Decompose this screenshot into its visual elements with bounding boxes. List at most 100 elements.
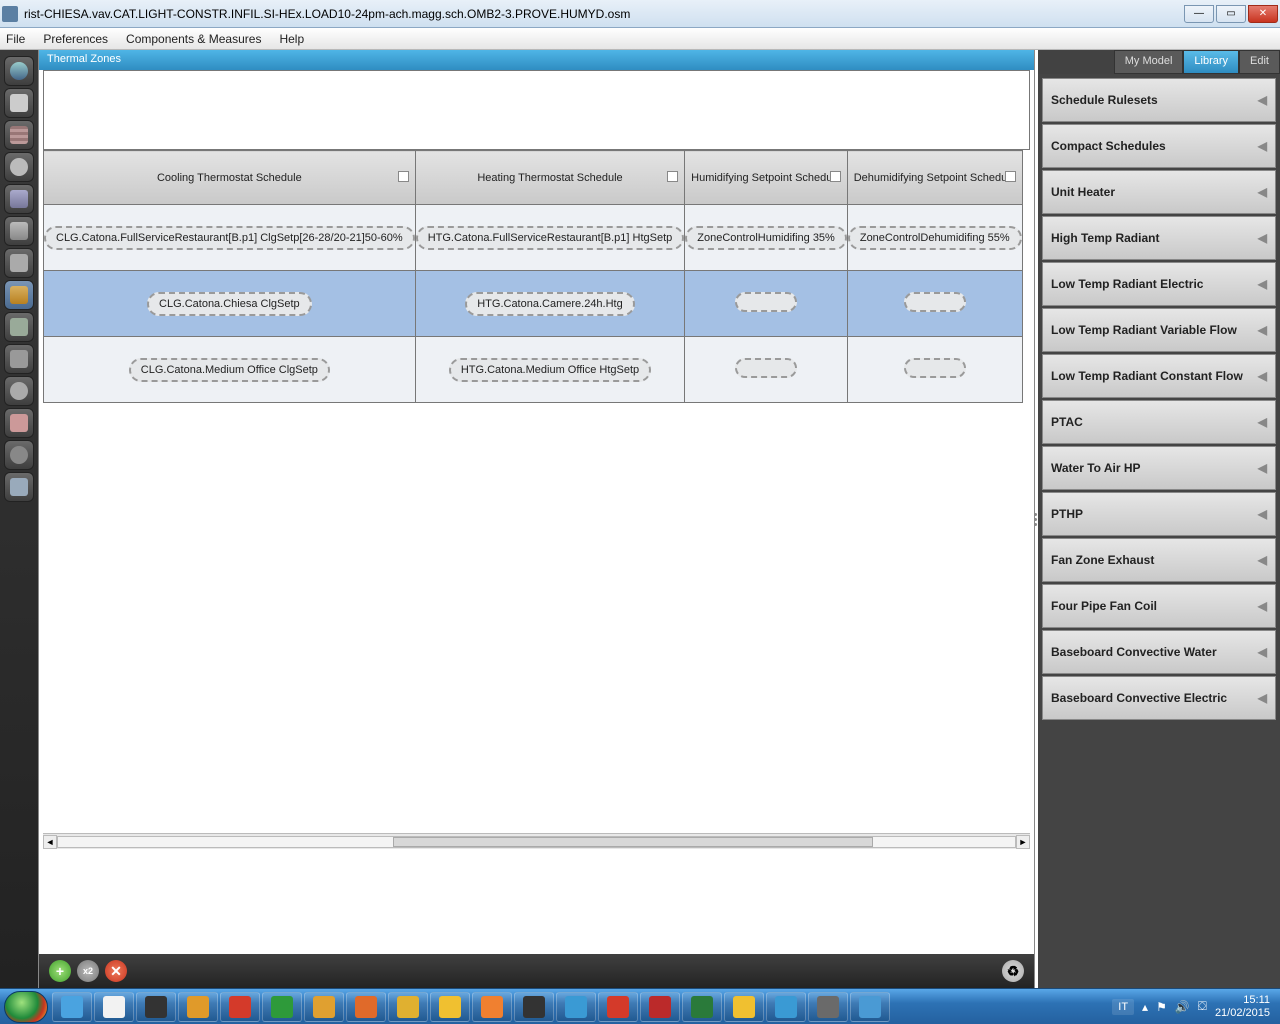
tool-run[interactable] xyxy=(4,408,34,438)
library-item[interactable]: Fan Zone Exhaust◀ xyxy=(1042,538,1276,582)
schedule-pill[interactable]: HTG.Catona.FullServiceRestaurant[B.p1] H… xyxy=(416,226,685,250)
schedule-pill[interactable]: ZoneControlDehumidifing 55% xyxy=(848,226,1022,250)
library-item[interactable]: High Temp Radiant◀ xyxy=(1042,216,1276,260)
table-row[interactable]: CLG.Catona.Medium Office ClgSetp HTG.Cato… xyxy=(44,337,1023,403)
horizontal-scrollbar[interactable]: ◄ ► xyxy=(43,833,1030,849)
tool-scripts[interactable] xyxy=(4,376,34,406)
tool-geometry[interactable] xyxy=(4,216,34,246)
library-item[interactable]: Low Temp Radiant Electric◀ xyxy=(1042,262,1276,306)
taskbar-app[interactable] xyxy=(556,992,596,1022)
col-dehumid-check[interactable] xyxy=(1005,171,1016,182)
grid-cell[interactable]: ZoneControlHumidifing 35% xyxy=(685,205,848,271)
add-button[interactable]: + xyxy=(49,960,71,982)
menu-file[interactable]: File xyxy=(6,32,25,46)
taskbar-app[interactable] xyxy=(682,992,722,1022)
tool-results-1[interactable] xyxy=(4,440,34,470)
tab-edit[interactable]: Edit xyxy=(1239,50,1280,74)
grid-cell[interactable]: HTG.Catona.FullServiceRestaurant[B.p1] H… xyxy=(415,205,685,271)
start-button[interactable] xyxy=(4,991,48,1023)
taskbar-app[interactable] xyxy=(724,992,764,1022)
minimize-button[interactable]: — xyxy=(1184,5,1214,23)
schedule-pill[interactable] xyxy=(735,292,797,312)
taskbar-app[interactable] xyxy=(640,992,680,1022)
col-humid-check[interactable] xyxy=(830,171,841,182)
taskbar-app[interactable] xyxy=(304,992,344,1022)
library-item[interactable]: Low Temp Radiant Constant Flow◀ xyxy=(1042,354,1276,398)
schedule-pill[interactable]: CLG.Catona.Chiesa ClgSetp xyxy=(147,292,312,316)
col-cooling-check[interactable] xyxy=(398,171,409,182)
menu-preferences[interactable]: Preferences xyxy=(43,32,108,46)
library-item[interactable]: Baseboard Convective Water◀ xyxy=(1042,630,1276,674)
taskbar-app[interactable] xyxy=(472,992,512,1022)
grid-cell[interactable]: CLG.Catona.FullServiceRestaurant[B.p1] C… xyxy=(44,205,416,271)
taskbar-app[interactable] xyxy=(346,992,386,1022)
grid-cell[interactable]: HTG.Catona.Camere.24h.Htg xyxy=(415,271,685,337)
tray-language[interactable]: IT xyxy=(1112,999,1134,1015)
close-button[interactable]: ✕ xyxy=(1248,5,1278,23)
table-row[interactable]: CLG.Catona.Chiesa ClgSetp HTG.Catona.Came… xyxy=(44,271,1023,337)
library-item[interactable]: Schedule Rulesets◀ xyxy=(1042,78,1276,122)
grid-cell[interactable]: CLG.Catona.Medium Office ClgSetp xyxy=(44,337,416,403)
schedule-pill[interactable]: HTG.Catona.Medium Office HtgSetp xyxy=(449,358,651,382)
network-icon[interactable]: ⛋ xyxy=(1198,999,1207,1014)
tool-variables[interactable] xyxy=(4,344,34,374)
scroll-right[interactable]: ► xyxy=(1016,835,1030,849)
schedule-pill[interactable] xyxy=(735,358,797,378)
tab-my-model[interactable]: My Model xyxy=(1114,50,1184,74)
grid-cell[interactable] xyxy=(685,271,848,337)
taskbar-app[interactable] xyxy=(220,992,260,1022)
tool-facility[interactable] xyxy=(4,248,34,278)
tool-constructions[interactable] xyxy=(4,120,34,150)
taskbar-app[interactable] xyxy=(430,992,470,1022)
tool-schedules[interactable] xyxy=(4,88,34,118)
recycle-button[interactable]: ♻ xyxy=(1002,960,1024,982)
tray-up-icon[interactable]: ▴ xyxy=(1142,1000,1148,1014)
grid-cell[interactable] xyxy=(685,337,848,403)
menu-components[interactable]: Components & Measures xyxy=(126,32,261,46)
taskbar-app[interactable] xyxy=(808,992,848,1022)
duplicate-button[interactable]: x2 xyxy=(77,960,99,982)
maximize-button[interactable]: ▭ xyxy=(1216,5,1246,23)
grid-cell[interactable]: HTG.Catona.Medium Office HtgSetp xyxy=(415,337,685,403)
schedule-pill[interactable] xyxy=(904,358,966,378)
library-item[interactable]: Low Temp Radiant Variable Flow◀ xyxy=(1042,308,1276,352)
tool-loads[interactable] xyxy=(4,152,34,182)
grid-cell[interactable]: CLG.Catona.Chiesa ClgSetp xyxy=(44,271,416,337)
library-item[interactable]: PTHP◀ xyxy=(1042,492,1276,536)
taskbar-app[interactable] xyxy=(178,992,218,1022)
library-item[interactable]: Unit Heater◀ xyxy=(1042,170,1276,214)
tool-results-2[interactable] xyxy=(4,472,34,502)
grid-cell[interactable] xyxy=(847,271,1022,337)
scroll-left[interactable]: ◄ xyxy=(43,835,57,849)
tool-site[interactable] xyxy=(4,56,34,86)
grid-cell[interactable] xyxy=(847,337,1022,403)
library-item[interactable]: Four Pipe Fan Coil◀ xyxy=(1042,584,1276,628)
taskbar-app[interactable] xyxy=(766,992,806,1022)
taskbar-app[interactable] xyxy=(598,992,638,1022)
menu-help[interactable]: Help xyxy=(279,32,304,46)
schedule-pill[interactable]: HTG.Catona.Camere.24h.Htg xyxy=(465,292,635,316)
col-humid[interactable]: Humidifying Setpoint Schedule xyxy=(685,151,848,205)
tray-clock[interactable]: 15:11 21/02/2015 xyxy=(1215,994,1270,1020)
col-heating[interactable]: Heating Thermostat Schedule xyxy=(415,151,685,205)
taskbar-app[interactable] xyxy=(52,992,92,1022)
delete-button[interactable]: ✕ xyxy=(105,960,127,982)
library-item[interactable]: PTAC◀ xyxy=(1042,400,1276,444)
taskbar-app[interactable] xyxy=(136,992,176,1022)
grid-cell[interactable]: ZoneControlDehumidifing 55% xyxy=(847,205,1022,271)
tool-hvac[interactable] xyxy=(4,312,34,342)
taskbar-app[interactable] xyxy=(388,992,428,1022)
col-cooling[interactable]: Cooling Thermostat Schedule xyxy=(44,151,416,205)
schedule-pill[interactable]: ZoneControlHumidifing 35% xyxy=(685,226,847,250)
taskbar-app[interactable] xyxy=(850,992,890,1022)
taskbar-app[interactable] xyxy=(262,992,302,1022)
scroll-thumb[interactable] xyxy=(393,837,873,847)
schedule-pill[interactable]: CLG.Catona.Medium Office ClgSetp xyxy=(129,358,330,382)
col-heating-check[interactable] xyxy=(667,171,678,182)
taskbar-app[interactable] xyxy=(514,992,554,1022)
speaker-icon[interactable]: 🔊 xyxy=(1175,1000,1190,1014)
library-item[interactable]: Water To Air HP◀ xyxy=(1042,446,1276,490)
flag-icon[interactable]: ⚑ xyxy=(1156,1000,1167,1014)
tab-library[interactable]: Library xyxy=(1183,50,1239,74)
tool-spacetypes[interactable] xyxy=(4,184,34,214)
